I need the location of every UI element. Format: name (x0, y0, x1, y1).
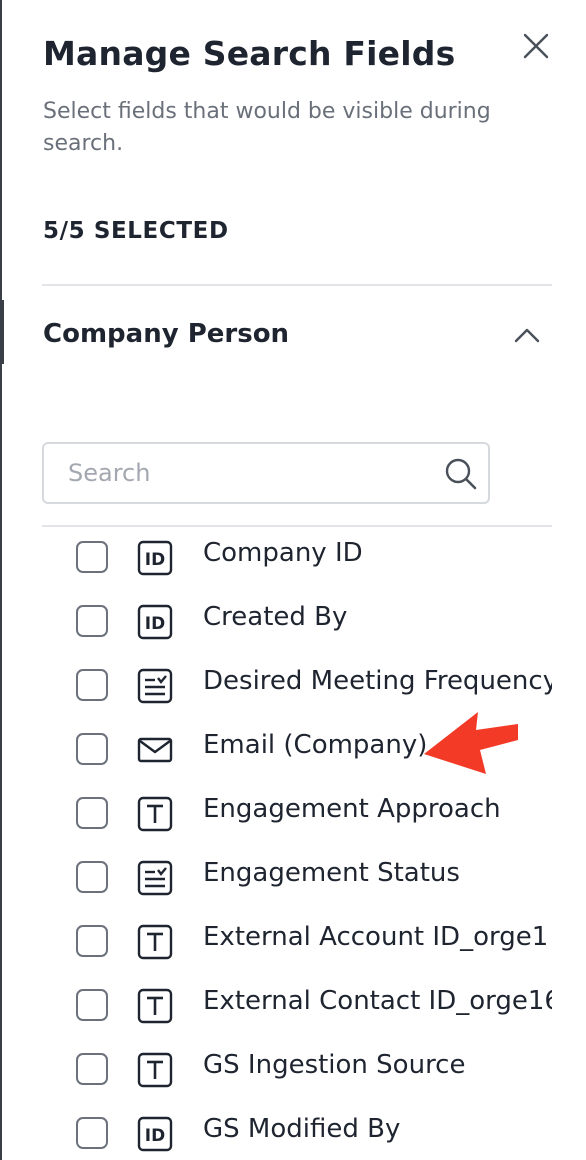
section-header-company-person[interactable]: Company Person (42, 300, 552, 372)
id-field-icon: ID (137, 604, 173, 640)
search-input[interactable] (68, 454, 428, 492)
field-checkbox[interactable] (76, 605, 108, 637)
field-label: Engagement Status (203, 858, 460, 888)
search-icon[interactable] (444, 457, 478, 491)
close-icon[interactable] (522, 32, 550, 60)
id-field-icon: ID (137, 540, 173, 576)
field-checkbox[interactable] (76, 861, 108, 893)
text-field-icon (137, 796, 173, 832)
text-field-icon (137, 924, 173, 960)
svg-text:ID: ID (145, 1126, 165, 1146)
field-label: Email (Company) (203, 730, 428, 760)
picklist-field-icon (137, 860, 173, 896)
field-label: Desired Meeting Frequency (203, 666, 552, 696)
list-item[interactable]: Desired Meeting Frequency (0, 656, 552, 720)
list-item[interactable]: GS Ingestion Source (0, 1040, 552, 1104)
field-label: Engagement Approach (203, 794, 501, 824)
chevron-up-icon[interactable] (512, 320, 542, 350)
list-item[interactable]: ID Created By (0, 592, 552, 656)
field-checkbox[interactable] (76, 1053, 108, 1085)
list-item[interactable]: Engagement Approach (0, 784, 552, 848)
svg-text:ID: ID (145, 614, 165, 634)
panel-title: Manage Search Fields (43, 34, 456, 73)
list-item[interactable]: External Contact ID_orge16 (0, 976, 552, 1040)
field-label: GS Modified By (203, 1114, 401, 1144)
field-checkbox[interactable] (76, 733, 108, 765)
field-label: External Contact ID_orge16 (203, 986, 552, 1016)
picklist-field-icon (137, 668, 173, 704)
list-item[interactable]: ID Company ID (0, 528, 552, 592)
search-box (42, 442, 490, 504)
field-checkbox[interactable] (76, 797, 108, 829)
svg-text:ID: ID (145, 550, 165, 570)
id-field-icon: ID (137, 1116, 173, 1152)
field-checkbox[interactable] (76, 669, 108, 701)
text-field-icon (137, 1052, 173, 1088)
list-item[interactable]: Engagement Status (0, 848, 552, 912)
field-label: Created By (203, 602, 348, 632)
list-item[interactable]: ID GS Modified By (0, 1104, 552, 1160)
field-checkbox[interactable] (76, 541, 108, 573)
field-checkbox[interactable] (76, 925, 108, 957)
manage-search-fields-panel: Manage Search Fields Select fields that … (0, 0, 586, 1160)
selected-count: 5/5 SELECTED (43, 218, 229, 244)
list-item[interactable]: External Account ID_orge1 (0, 912, 552, 976)
panel-subtitle: Select fields that would be visible duri… (43, 99, 491, 156)
list-top-divider (42, 525, 552, 527)
email-field-icon (137, 737, 173, 763)
field-label: GS Ingestion Source (203, 1050, 466, 1080)
field-checkbox[interactable] (76, 1117, 108, 1149)
text-field-icon (137, 988, 173, 1024)
section-title: Company Person (43, 319, 290, 349)
divider (42, 284, 552, 286)
field-checkbox[interactable] (76, 989, 108, 1021)
panel-resize-handle[interactable] (0, 300, 4, 364)
field-label: Company ID (203, 538, 363, 568)
field-label: External Account ID_orge1 (203, 922, 549, 952)
list-item[interactable]: Email (Company) (0, 720, 552, 784)
field-list: ID Company ID ID Created By Desired Meet… (0, 528, 552, 1160)
